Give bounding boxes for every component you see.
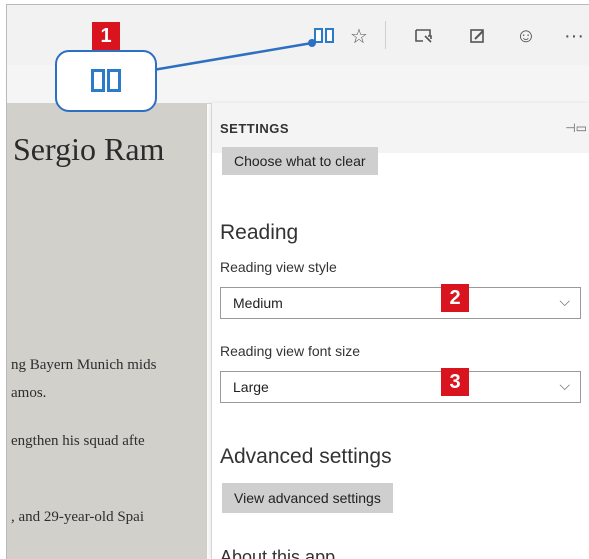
web-note-icon[interactable]: [465, 23, 491, 49]
article-line: engthen his squad afte: [11, 433, 145, 449]
feedback-smiley-icon[interactable]: ☺: [513, 23, 539, 49]
article-background: Sergio Ram ng Bayern Munich mids amos. e…: [7, 103, 207, 559]
font-size-select[interactable]: Large ⌵: [220, 371, 581, 403]
toolbar-separator: [385, 21, 386, 49]
article-line: ng Bayern Munich mids: [11, 357, 157, 373]
reading-view-icon: [91, 69, 121, 92]
font-size-value: Large: [233, 379, 269, 395]
more-icon[interactable]: ···: [559, 23, 589, 49]
chevron-down-icon: ⌵: [559, 293, 570, 309]
step-badge-3: 3: [441, 368, 469, 396]
step-badge-2: 2: [441, 284, 469, 312]
article-title: Sergio Ram: [13, 131, 165, 167]
settings-title: SETTINGS: [220, 121, 290, 136]
chevron-down-icon: ⌵: [559, 377, 570, 393]
about-heading: About this app: [220, 547, 336, 559]
font-size-label: Reading view font size: [220, 343, 361, 359]
step-badge-1: 1: [92, 22, 120, 50]
view-advanced-settings-button[interactable]: View advanced settings: [222, 483, 393, 513]
settings-header: SETTINGS ⊣▭: [212, 103, 589, 153]
article-line: amos.: [11, 385, 47, 401]
advanced-settings-heading: Advanced settings: [220, 445, 392, 468]
reading-view-callout: [55, 50, 157, 112]
settings-pane: SETTINGS ⊣▭ Choose what to clear Reading…: [211, 103, 589, 559]
reading-view-icon[interactable]: [311, 23, 337, 49]
favorite-star-icon[interactable]: ☆: [347, 23, 371, 49]
hub-icon[interactable]: [411, 23, 437, 49]
choose-what-to-clear-button[interactable]: Choose what to clear: [222, 147, 378, 175]
reading-style-label: Reading view style: [220, 259, 337, 275]
pin-icon[interactable]: ⊣▭: [565, 121, 587, 135]
reading-heading: Reading: [220, 221, 299, 244]
reading-style-select[interactable]: Medium ⌵: [220, 287, 581, 319]
reading-style-value: Medium: [233, 295, 283, 311]
article-line: , and 29-year-old Spai: [11, 509, 144, 525]
